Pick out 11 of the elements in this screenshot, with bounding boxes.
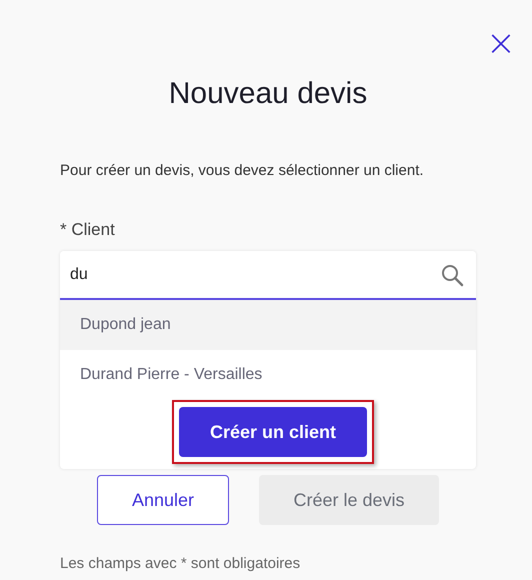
description-text: Pour créer un devis, vous devez sélectionner un client.: [60, 161, 425, 181]
search-icon: [440, 263, 464, 287]
search-field[interactable]: du: [60, 251, 476, 300]
footer-note: Les champs avec * sont obligatoires: [60, 555, 302, 572]
suggestion-item[interactable]: Dupond jean: [60, 300, 476, 350]
suggestion-item[interactable]: Durand Pierre - Versailles: [60, 350, 476, 400]
field-label: * Client: [60, 219, 116, 241]
cancel-button[interactable]: Annuler: [97, 475, 229, 525]
close-button[interactable]: ×: [482, 26, 520, 62]
create-client-button[interactable]: Créer un client: [179, 407, 367, 457]
dialog-title: Nouveau devis: [168, 76, 368, 112]
